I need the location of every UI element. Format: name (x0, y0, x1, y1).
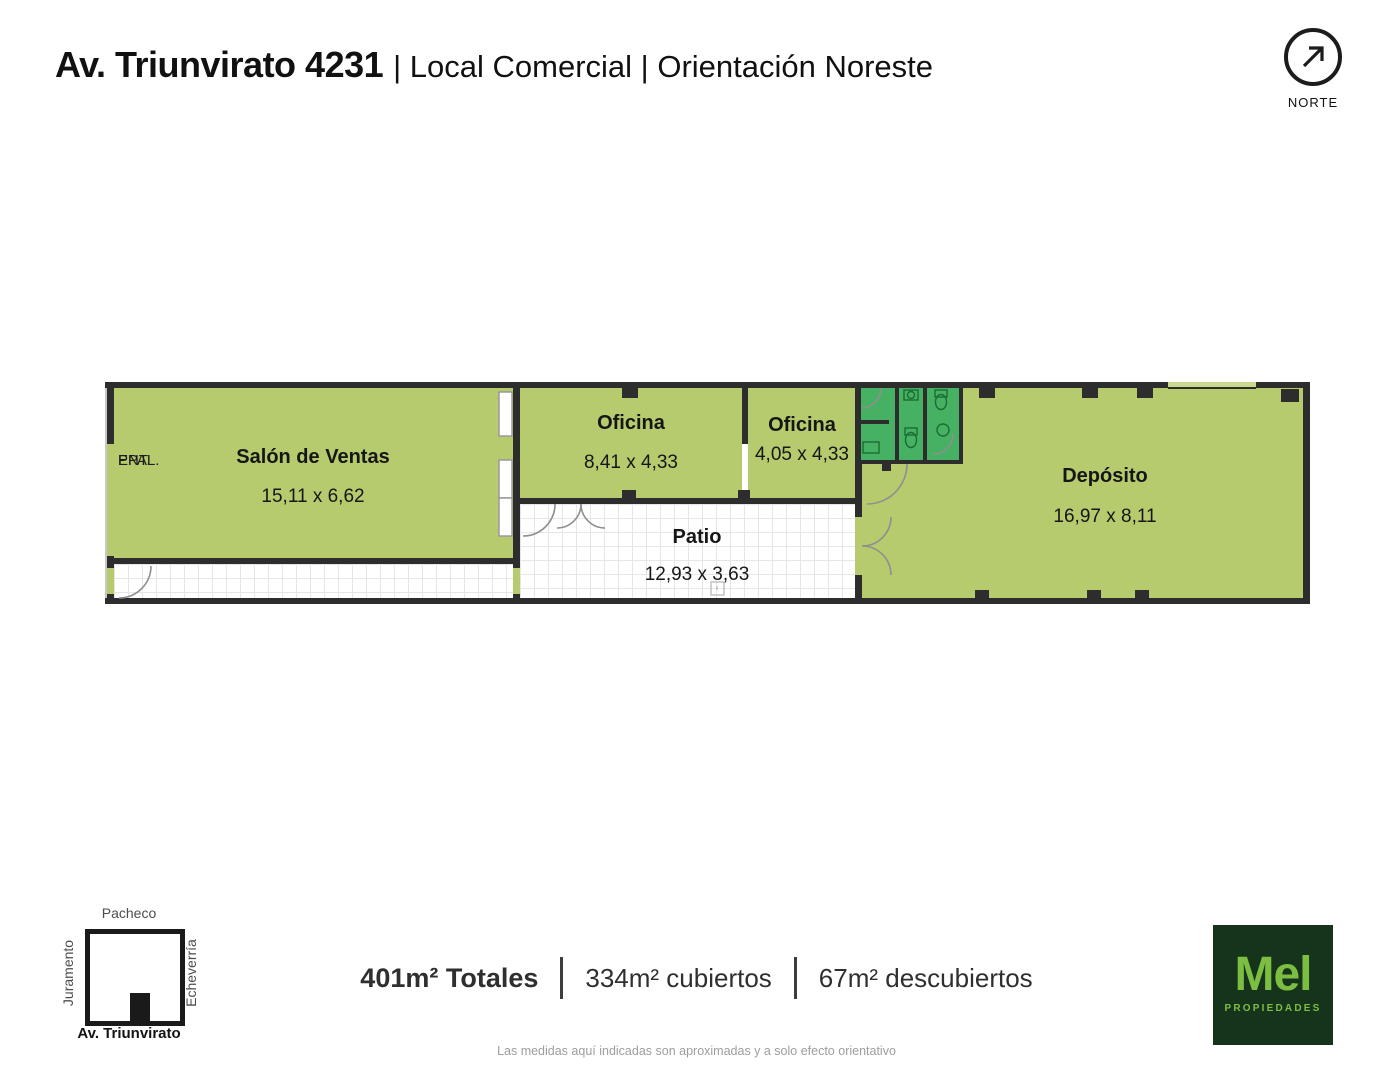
patio-deposito-door-arc (862, 517, 891, 546)
room-name-deposito: Depósito (955, 465, 1255, 488)
room-dims-deposito: 16,97 x 8,11 (955, 506, 1255, 528)
total-area: 401m² Totales (360, 963, 538, 994)
toilet-tank-icon (935, 390, 947, 397)
room-name-oficina-1: Oficina (531, 412, 731, 435)
street-top-label: Pacheco (49, 905, 209, 921)
property-subtitle: | Local Comercial | Orientación Noreste (393, 49, 933, 84)
north-label: NORTE (1276, 95, 1350, 110)
floorplan-flyer: Av. Triunvirato 4231 | Local Comercial | … (0, 0, 1393, 1080)
street-bottom-label: Av. Triunvirato (49, 1025, 209, 1042)
bathroom-door-arc (861, 388, 881, 408)
room-dims-oficina-2: 4,05 x 4,33 (717, 444, 887, 466)
entrance-door-arc (119, 566, 151, 598)
room-name-patio: Patio (547, 526, 847, 549)
property-address: Av. Triunvirato 4231 (55, 44, 383, 85)
covered-area: 334m² cubiertos (585, 963, 771, 994)
disclaimer: Las medidas aquí indicadas son aproximad… (0, 1044, 1393, 1058)
door-frame (499, 498, 512, 536)
door-frame (499, 460, 512, 498)
room-dims-patio: 12,93 x 3,63 (547, 564, 847, 586)
double-door-arc (557, 504, 581, 528)
north-arrow-icon (1284, 28, 1342, 86)
separator (560, 957, 563, 999)
brand-tagline: PROPIEDADES (1213, 1003, 1333, 1014)
bathroom-door-arc (933, 434, 953, 454)
area-summary: 401m² Totales 334m² cubiertos 67m² descu… (0, 957, 1393, 999)
north-indicator: NORTE (1276, 28, 1350, 110)
toilet-tank-icon (905, 428, 917, 435)
separator (794, 957, 797, 999)
bathroom-deposito-door-arc (867, 464, 907, 504)
page-title: Av. Triunvirato 4231 | Local Comercial | … (55, 44, 933, 86)
sink-basin-icon (908, 392, 915, 399)
sink-icon (937, 424, 949, 436)
brand-name: Mel (1213, 951, 1333, 999)
room-name-oficina-2: Oficina (722, 414, 882, 437)
patio-deposito-door-arc (862, 546, 891, 575)
room-name-salon: Salón de Ventas (163, 446, 463, 469)
brand-logo: Mel PROPIEDADES (1213, 925, 1333, 1045)
floor-plan: ENT. PPAL. Salón de Ventas 15,11 x 6,62 … (105, 380, 1310, 606)
room-dims-oficina-1: 8,41 x 4,33 (531, 452, 731, 474)
window-frame (499, 392, 512, 436)
uncovered-area: 67m² descubiertos (819, 963, 1033, 994)
room-dims-salon: 15,11 x 6,62 (163, 486, 463, 508)
arrow-northeast-icon (1296, 40, 1330, 74)
double-door-arc (581, 504, 605, 528)
